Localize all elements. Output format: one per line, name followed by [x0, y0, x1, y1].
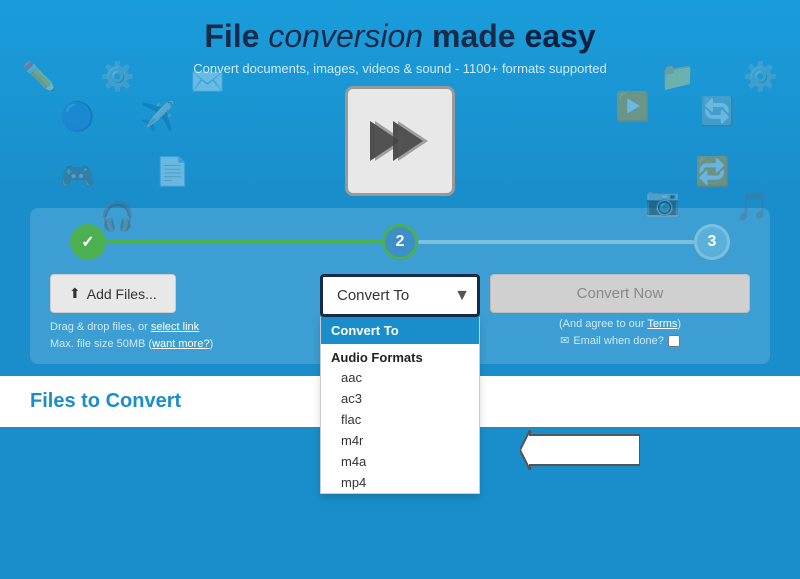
dropdown-panel: Convert To Audio Formats aac ac3 flac m4…	[320, 317, 480, 494]
dropdown-group-audio: Audio Formats	[321, 344, 479, 367]
step-line-2-3	[418, 240, 694, 244]
arrow-decoration	[520, 430, 640, 475]
step-line-1-2	[106, 240, 382, 244]
email-checkbox[interactable]	[668, 335, 680, 347]
add-files-label: Add Files...	[87, 286, 157, 302]
max-text: Max. file size 50MB (	[50, 338, 152, 350]
action-area: ✓ 2 3 ⬆ Add Files... Drag & drop files, …	[30, 208, 770, 364]
file-note: Drag & drop files, or select link Max. f…	[50, 319, 310, 352]
dropdown-item-aac[interactable]: aac	[321, 367, 479, 388]
agree-end: )	[677, 318, 681, 330]
dropdown-item-mp4[interactable]: mp4	[321, 472, 479, 493]
step-1-circle: ✓	[70, 224, 106, 260]
hero-subtitle: Convert documents, images, videos & soun…	[20, 61, 780, 76]
step-3-circle: 3	[694, 224, 730, 260]
select-link[interactable]: select link	[151, 321, 199, 333]
add-files-button[interactable]: ⬆ Add Files...	[50, 274, 176, 313]
dropdown-header: Convert To	[321, 317, 479, 344]
dropdown-item-flac[interactable]: flac	[321, 409, 479, 430]
deco-video-icon: ▶️	[615, 90, 650, 123]
logo-box	[345, 86, 455, 196]
convert-to-col: Convert To aac ac3 flac m4r m4a mp4 ▼ Co…	[320, 274, 480, 317]
email-label: Email when done?	[573, 335, 664, 347]
hero-section: ✏️ 🔵 ⚙️ ✈️ ✉️ 🎮 🎧 📄 ⚙️ 🔄 📁 ▶️ 🔁 📷 🎵 File…	[0, 0, 800, 196]
want-more-link[interactable]: want more?	[152, 338, 209, 350]
terms-link[interactable]: Terms	[647, 318, 677, 330]
title-middle: made	[423, 18, 524, 54]
convert-now-button[interactable]: Convert Now	[490, 274, 750, 313]
dropdown-item-m4r[interactable]: m4r	[321, 430, 479, 451]
steps-row: ✓ 2 3	[50, 224, 750, 260]
deco-doc-icon: 📄	[155, 155, 190, 188]
step-2-circle: 2	[382, 224, 418, 260]
email-icon: ✉	[560, 334, 569, 347]
files-title-normal: Files to	[30, 390, 106, 412]
upload-icon: ⬆	[69, 285, 81, 302]
deco-transfer-icon: 🔁	[695, 155, 730, 188]
agree-text: (And agree to our	[559, 318, 647, 330]
deco-refresh-icon: 🔄	[700, 95, 735, 128]
convert-note: (And agree to our Terms)	[490, 318, 750, 330]
convert-to-select[interactable]: Convert To aac ac3 flac m4r m4a mp4	[320, 274, 480, 317]
title-highlight1: conversion	[268, 18, 423, 54]
arrow-svg	[520, 430, 640, 470]
add-files-col: ⬆ Add Files... Drag & drop files, or sel…	[50, 274, 310, 352]
logo-arrows-svg	[365, 111, 435, 171]
dropdown-item-m4a[interactable]: m4a	[321, 451, 479, 472]
deco-game-icon: 🎮	[60, 160, 95, 193]
hero-title: File conversion made easy	[20, 18, 780, 55]
max-end: )	[210, 338, 214, 350]
actions-row: ⬆ Add Files... Drag & drop files, or sel…	[50, 274, 750, 352]
dropdown-item-ac3[interactable]: ac3	[321, 388, 479, 409]
email-row: ✉ Email when done?	[490, 334, 750, 347]
convert-to-wrapper: Convert To aac ac3 flac m4r m4a mp4 ▼	[320, 274, 480, 317]
files-title-highlight: Convert	[106, 390, 182, 412]
title-normal: File	[204, 18, 268, 54]
deco-circle-icon: 🔵	[60, 100, 95, 133]
title-highlight2: easy	[524, 18, 595, 54]
logo-area	[345, 86, 455, 196]
deco-plane-icon: ✈️	[140, 100, 175, 133]
drag-text: Drag & drop files, or	[50, 321, 151, 333]
convert-now-col: Convert Now (And agree to our Terms) ✉ E…	[490, 274, 750, 347]
